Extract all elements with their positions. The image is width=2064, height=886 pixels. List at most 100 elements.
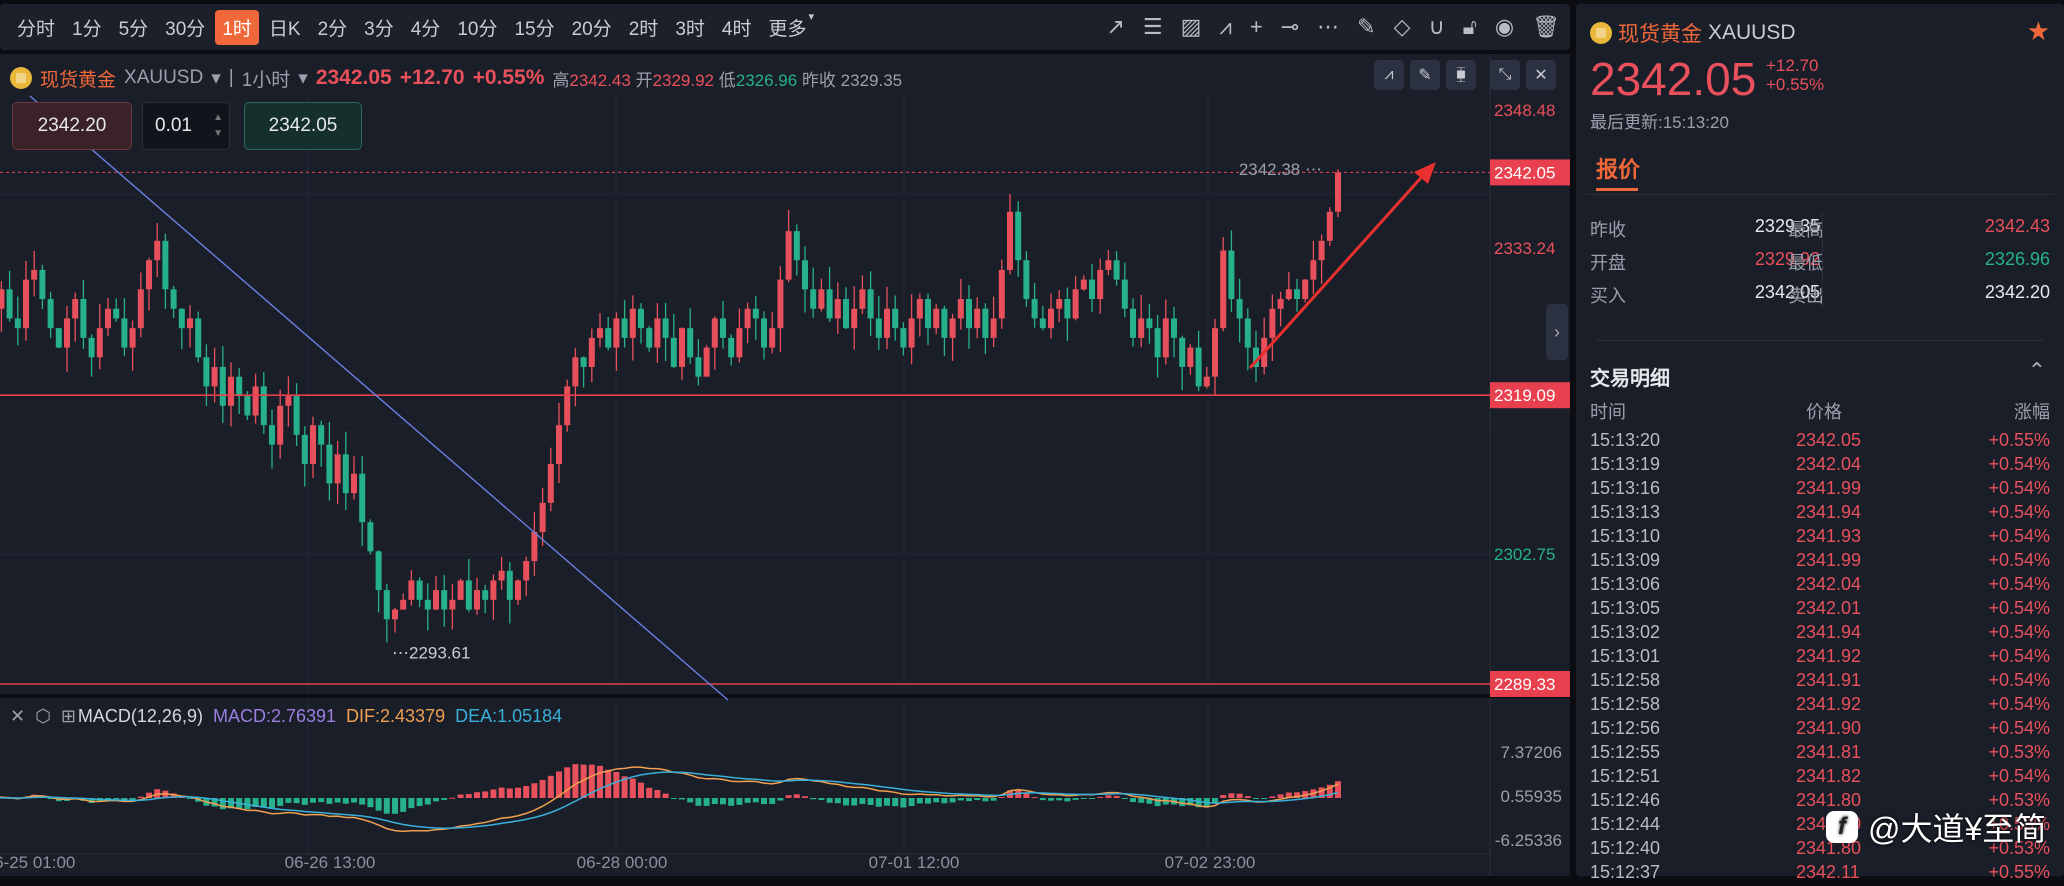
quantity-stepper[interactable]: 0.01 ▲ ▼	[142, 102, 230, 150]
indicator-icon[interactable]: ⩘	[1374, 60, 1404, 90]
candle	[1080, 275, 1087, 291]
chevron-down-icon[interactable]: ▾	[808, 10, 814, 45]
close-icon[interactable]: ✕	[1526, 60, 1556, 90]
crosshair-icon[interactable]: +	[1250, 14, 1263, 40]
trade-row[interactable]: 15:13:09 2341.99 +0.54%	[1590, 550, 2050, 574]
macd-tick: -6.25336	[1495, 831, 1562, 850]
trade-row[interactable]: 15:13:19 2342.04 +0.54%	[1590, 454, 2050, 478]
trade-time: 15:12:58	[1590, 694, 1661, 714]
expand-panel-chevron-icon[interactable]: ›	[1546, 304, 1568, 360]
edit-icon[interactable]: ✎	[1357, 14, 1375, 40]
timeframe-7[interactable]: 3分	[357, 10, 401, 45]
chart-area[interactable]: 2348.482333.242317.992302.752342.052319.…	[0, 54, 1570, 876]
trade-row[interactable]: 15:13:06 2342.04 +0.54%	[1590, 574, 2050, 598]
tab-quote[interactable]: 报价	[1596, 152, 1640, 184]
timeframe-4[interactable]: 1时	[215, 9, 259, 45]
timeframe-1[interactable]: 1分	[65, 10, 109, 45]
collapse-icon[interactable]: ⤡	[1490, 60, 1520, 90]
trade-row[interactable]: 15:13:02 2341.94 +0.54%	[1590, 622, 2050, 646]
trade-row[interactable]: 15:12:55 2341.81 +0.53%	[1590, 742, 2050, 766]
timeframe-13[interactable]: 3时	[668, 10, 712, 45]
candle-body	[1121, 279, 1128, 309]
candle	[1220, 237, 1227, 332]
image-icon[interactable]: ▨	[1181, 14, 1202, 40]
chevron-down-icon[interactable]: ▾	[298, 67, 308, 90]
lock-icon[interactable]: 🔓︎	[1463, 14, 1477, 40]
fibonacci-icon[interactable]: ☰	[1143, 14, 1163, 40]
draw-icon[interactable]: ✎	[1410, 60, 1440, 90]
time-tick: 06-25 01:00	[0, 853, 75, 872]
candle-body	[408, 580, 415, 600]
trade-row[interactable]: 15:12:58 2341.92 +0.54%	[1590, 694, 2050, 718]
candle-type-icon[interactable]: ⧯	[1446, 60, 1476, 90]
macd-bar	[711, 798, 718, 805]
candlestick-chart[interactable]: 2348.482333.242317.992302.752342.052319.…	[0, 54, 1570, 876]
candle	[80, 279, 87, 349]
timeframe-11[interactable]: 20分	[565, 10, 619, 45]
eraser-icon[interactable]: ◇	[1394, 14, 1411, 40]
trade-row[interactable]: 15:13:16 2341.99 +0.54%	[1590, 478, 2050, 502]
trade-price: 2341.93	[1796, 526, 1862, 546]
timeframe-10[interactable]: 15分	[507, 10, 561, 45]
chart-header: 现货黄金 XAUUSD ▾ | 1小时 ▾ 2342.05 +12.70 +0.…	[10, 60, 902, 96]
timeframe-0[interactable]: 分时	[10, 10, 62, 45]
symbol-name[interactable]: 现货黄金	[40, 65, 116, 92]
candle	[449, 583, 456, 630]
trade-time: 15:12:44	[1590, 814, 1661, 834]
candle	[351, 456, 357, 500]
interval-select[interactable]: 1小时	[242, 65, 291, 92]
stepper-arrows-icon[interactable]: ▲ ▼	[213, 110, 223, 142]
pattern-icon[interactable]: ⩘	[1219, 14, 1231, 40]
trade-row[interactable]: 15:13:01 2341.92 +0.54%	[1590, 646, 2050, 670]
trade-change: +0.54%	[1988, 598, 2050, 618]
timeframe-9[interactable]: 10分	[450, 10, 504, 45]
trash-icon[interactable]: 🗑︎	[1532, 14, 1560, 40]
timeframe-15[interactable]: 更多	[761, 10, 813, 45]
close-icon[interactable]: ✕	[10, 706, 25, 727]
timeframe-12[interactable]: 2时	[622, 10, 666, 45]
trade-row[interactable]: 15:13:20 2342.05 +0.55%	[1590, 430, 2050, 454]
quote-label: 最低	[1788, 253, 1824, 273]
sell-price-button[interactable]: 2342.20	[12, 102, 132, 150]
favorite-star-icon[interactable]: ★	[2027, 16, 2050, 47]
trendline-icon[interactable]: ↗	[1106, 14, 1124, 40]
candle	[900, 322, 907, 356]
trade-row[interactable]: 15:13:10 2341.93 +0.54%	[1590, 526, 2050, 550]
timeframe-3[interactable]: 30分	[158, 10, 212, 45]
collapse-chevron-up-icon[interactable]: ⌃	[2028, 358, 2046, 384]
candle	[998, 259, 1005, 329]
quantity-value[interactable]: 0.01	[155, 115, 192, 137]
trade-change: +0.54%	[1988, 646, 2050, 666]
trade-row[interactable]: 15:13:05 2342.01 +0.54%	[1590, 598, 2050, 622]
chevron-down-icon[interactable]: ▾	[211, 67, 221, 90]
candle	[1203, 366, 1210, 389]
trade-row[interactable]: 15:12:58 2341.91 +0.54%	[1590, 670, 2050, 694]
macd-bar	[638, 782, 644, 798]
eye-icon[interactable]: ◉	[1495, 14, 1514, 40]
candle-body	[457, 580, 464, 600]
settings-icon[interactable]: ⬡	[35, 706, 51, 727]
symbol-code[interactable]: XAUUSD	[124, 67, 203, 89]
trade-row[interactable]: 15:13:13 2341.94 +0.54%	[1590, 502, 2050, 526]
quote-row: 昨收 2329.35 最高 2342.43	[1590, 216, 2050, 242]
expand-icon[interactable]: ⊞	[61, 706, 76, 727]
trade-row[interactable]: 15:12:51 2341.82 +0.54%	[1590, 766, 2050, 790]
timeframe-5[interactable]: 日K	[262, 10, 308, 45]
timeframe-14[interactable]: 4时	[715, 10, 759, 45]
trade-row[interactable]: 15:12:56 2341.90 +0.54%	[1590, 718, 2050, 742]
trade-row[interactable]: 15:12:37 2342.11 +0.55%	[1590, 862, 2050, 886]
magnet-icon[interactable]: ∪	[1428, 14, 1444, 40]
trade-time: 15:12:58	[1590, 670, 1661, 690]
timeframe-6[interactable]: 2分	[311, 10, 355, 45]
more-icon[interactable]: ⋯	[1317, 14, 1339, 40]
candle	[1056, 290, 1063, 323]
open-label: 开	[635, 70, 653, 90]
timeframe-2[interactable]: 5分	[112, 10, 156, 45]
horizontal-line-icon[interactable]: ⊸	[1281, 14, 1299, 40]
timeframe-8[interactable]: 4分	[404, 10, 448, 45]
candle	[1187, 344, 1194, 375]
candle	[1064, 287, 1071, 341]
candle-body	[1138, 318, 1145, 338]
candle-body	[1072, 289, 1079, 319]
buy-price-button[interactable]: 2342.05	[244, 102, 362, 150]
